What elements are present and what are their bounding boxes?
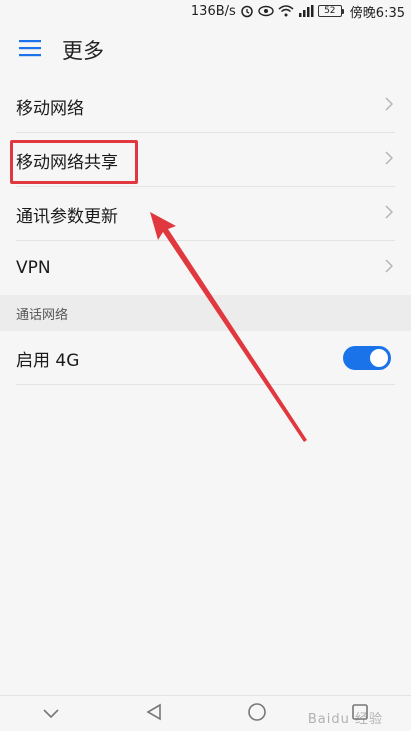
chevron-right-icon xyxy=(385,258,394,278)
list-item-label: 移动网络共享 xyxy=(16,152,118,173)
clock: 傍晚6:35 xyxy=(349,5,405,21)
status-bar: 136B/s 52 傍晚6:35 xyxy=(0,0,411,22)
signal-icon xyxy=(298,4,314,18)
toggle-label: 启用 4G xyxy=(16,350,80,371)
app-header: 更多 xyxy=(0,22,411,78)
list-item-label: VPN xyxy=(16,258,51,278)
hamburger-icon xyxy=(19,39,41,61)
page-title: 更多 xyxy=(62,39,104,63)
back-triangle-icon xyxy=(145,703,163,725)
toggle-row-4g: 启用 4G xyxy=(0,331,411,385)
network-speed: 136B/s xyxy=(190,3,236,19)
home-circle-icon xyxy=(247,702,267,726)
home-button[interactable] xyxy=(237,699,277,729)
list-item-vpn[interactable]: VPN xyxy=(0,241,411,295)
battery-icon: 52 xyxy=(317,5,344,17)
section-header: 通话网络 xyxy=(0,295,411,331)
alarm-icon xyxy=(240,4,254,18)
list-item-mobile-network[interactable]: 移动网络 xyxy=(0,79,411,133)
list-item-tethering[interactable]: 移动网络共享 xyxy=(0,133,411,187)
list-item-carrier-update[interactable]: 通讯参数更新 xyxy=(0,187,411,241)
toggle-knob xyxy=(370,349,388,367)
chevron-right-icon xyxy=(385,150,394,170)
watermark: Baidu 经验 xyxy=(307,712,383,727)
divider xyxy=(16,384,395,385)
settings-list: 移动网络 移动网络共享 通讯参数更新 VPN xyxy=(0,79,411,295)
chevron-right-icon xyxy=(385,96,394,116)
chevron-down-icon xyxy=(43,704,59,723)
list-item-label: 移动网络 xyxy=(16,98,84,119)
collapse-button[interactable] xyxy=(31,699,71,729)
enable-4g-toggle[interactable] xyxy=(343,346,391,370)
back-button[interactable] xyxy=(134,699,174,729)
wifi-icon xyxy=(278,4,294,18)
screen: 136B/s 52 傍晚6:35 更多 移动网络 移动网络共享 通讯参数更新 V… xyxy=(0,0,411,731)
eye-icon xyxy=(258,4,274,18)
chevron-right-icon xyxy=(385,204,394,224)
menu-button[interactable] xyxy=(0,22,60,78)
list-item-label: 通讯参数更新 xyxy=(16,206,118,227)
